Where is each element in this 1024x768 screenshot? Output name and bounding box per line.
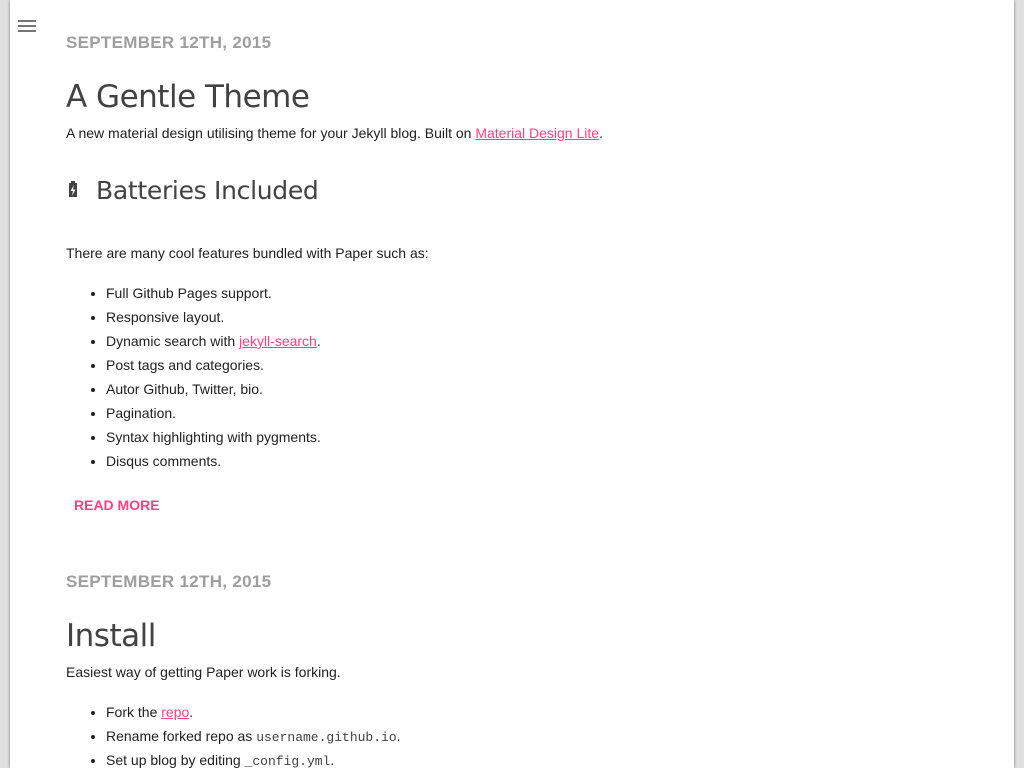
post-date: September 12th, 2015 (66, 33, 272, 52)
page-card: September 12th, 2015 A Gentle Theme A ne… (10, 0, 1014, 768)
list-item: Rename forked repo as username.github.io… (106, 724, 401, 748)
inline-code: username.github.io (256, 730, 397, 745)
feature-list: Full Github Pages support. Responsive la… (66, 281, 321, 473)
list-item: Full Github Pages support. (106, 281, 321, 305)
material-design-lite-link[interactable]: Material Design Lite (475, 125, 599, 141)
post-title[interactable]: Install (66, 618, 156, 654)
inline-code: _config.yml (244, 754, 331, 768)
post-intro: Easiest way of getting Paper work is for… (66, 664, 341, 680)
intro-text: A new material design utilising theme fo… (66, 125, 476, 141)
list-item: Responsive layout. (106, 305, 321, 329)
list-item: Pagination. (106, 401, 321, 425)
read-more-button[interactable]: Read more (66, 491, 168, 519)
section-heading: Batteries Included (66, 176, 319, 205)
list-item: Post tags and categories. (106, 353, 321, 377)
list-item: Set up blog by editing _config.yml. (106, 748, 401, 768)
section-heading-text: Batteries Included (96, 176, 319, 205)
list-item: Autor Github, Twitter, bio. (106, 377, 321, 401)
post-intro: A new material design utilising theme fo… (66, 125, 603, 141)
list-item: Disqus comments. (106, 449, 321, 473)
jekyll-search-link[interactable]: jekyll-search (239, 333, 317, 349)
section-intro: There are many cool features bundled wit… (66, 245, 429, 261)
list-item: Syntax highlighting with pygments. (106, 425, 321, 449)
install-steps-list: Fork the repo. Rename forked repo as use… (66, 700, 401, 768)
post-title[interactable]: A Gentle Theme (66, 79, 310, 115)
menu-icon[interactable] (18, 16, 38, 36)
list-item: Dynamic search with jekyll-search. (106, 329, 321, 353)
battery-charging-icon (68, 180, 77, 197)
post-date: September 12th, 2015 (66, 572, 272, 591)
list-item: Fork the repo. (106, 700, 401, 724)
repo-link[interactable]: repo (161, 704, 189, 720)
